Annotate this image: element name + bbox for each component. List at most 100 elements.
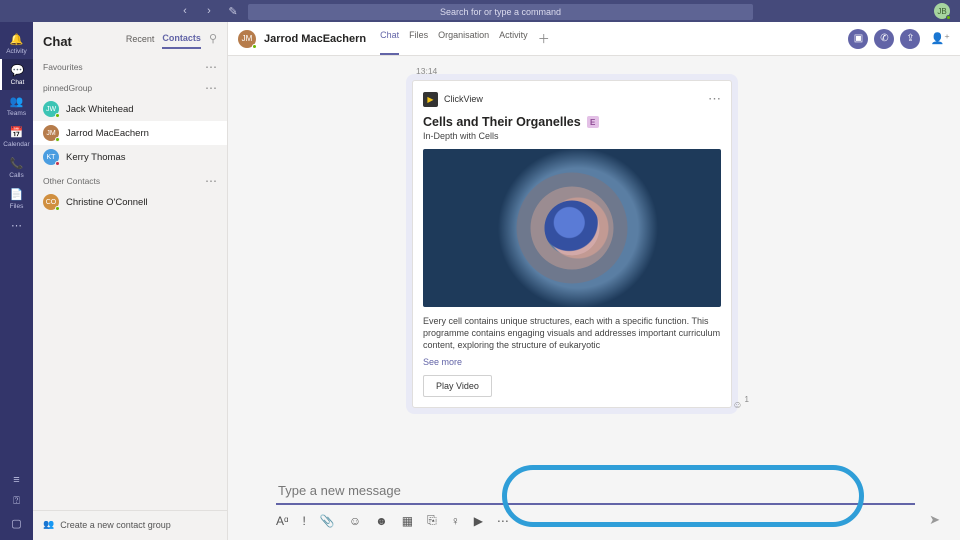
section-favourites[interactable]: Favourites ⋯ (33, 55, 227, 76)
rail-apps[interactable]: ≡ (0, 469, 33, 490)
forward-icon[interactable]: › (202, 5, 216, 18)
compose-toolbar: Aᵅ ! 📎 ☺ ☻ ▦ ⎘ ♀ ▶ ⋯ (276, 513, 915, 528)
create-group-label: Create a new contact group (60, 520, 171, 530)
section-pinned[interactable]: pinnedGroup ⋯ (33, 76, 227, 97)
panel-title: Chat (43, 34, 72, 49)
title-bar: ‹ › ✎ JB (0, 0, 960, 22)
chat-title: Jarrod MacEachern (264, 33, 366, 45)
audio-call-button[interactable]: ✆ (874, 29, 894, 49)
rail-activity[interactable]: 🔔Activity (0, 28, 33, 59)
message-time: 13:14 (412, 66, 732, 76)
section-other[interactable]: Other Contacts ⋯ (33, 169, 227, 190)
contact-row[interactable]: JM Jarrod MacEachern (33, 121, 227, 145)
rail-device[interactable]: ▢ (0, 512, 33, 534)
stream-icon[interactable]: ▶ (474, 514, 483, 528)
rail-more[interactable]: ⋯ (0, 214, 33, 236)
priority-icon[interactable]: ! (303, 514, 306, 528)
contact-name: Jack Whitehead (66, 104, 134, 115)
card-description: Every cell contains unique structures, e… (423, 315, 721, 351)
rail-teams[interactable]: 👥Teams (0, 90, 33, 121)
message: 13:14 ▶ ClickView ⋯ Cells and Their Orga… (412, 66, 732, 408)
contact-name: Kerry Thomas (66, 152, 125, 163)
chat-avatar[interactable]: JM (238, 30, 256, 48)
chat-list-panel: Chat Recent Contacts ⚲ Favourites ⋯ pinn… (33, 22, 228, 540)
rail-label: Files (10, 203, 24, 210)
avatar-initials: KT (47, 154, 56, 161)
rail-label: Calls (9, 172, 23, 179)
teams-icon: 👥 (10, 95, 24, 108)
tab-chat[interactable]: Chat (380, 22, 399, 55)
rail-files[interactable]: 📄 Files (0, 183, 33, 214)
play-video-button[interactable]: Play Video (423, 375, 492, 397)
avatar-initials: JB (937, 7, 946, 16)
section-more-icon[interactable]: ⋯ (205, 175, 217, 187)
conversation-body: 13:14 ▶ ClickView ⋯ Cells and Their Orga… (228, 56, 960, 471)
bell-icon: 🔔 (10, 33, 24, 46)
rail-help[interactable]: ⍰ (0, 490, 33, 512)
tab-recent[interactable]: Recent (126, 34, 155, 48)
avatar-initials: JM (46, 130, 55, 137)
section-more-icon[interactable]: ⋯ (205, 82, 217, 94)
tab-contacts[interactable]: Contacts (162, 33, 201, 49)
avatar: KT (43, 149, 59, 165)
section-more-icon[interactable]: ⋯ (205, 61, 217, 73)
emoji-icon[interactable]: ☺ (349, 514, 361, 528)
rail-chat[interactable]: 💬 Chat (0, 59, 33, 90)
avatar-initials: JM (242, 34, 253, 43)
section-label: Other Contacts (43, 176, 100, 186)
gif-icon[interactable]: ☻ (375, 514, 388, 528)
phone-icon: ✆ (880, 33, 888, 44)
rail-calls[interactable]: 📞Calls (0, 152, 33, 183)
section-label: Favourites (43, 62, 83, 72)
contact-name: Christine O'Connell (66, 197, 148, 208)
reaction-count: 1 (745, 395, 749, 404)
tab-files[interactable]: Files (409, 22, 428, 55)
card-more-button[interactable]: ⋯ (708, 91, 721, 107)
contact-row[interactable]: CO Christine O'Connell (33, 190, 227, 214)
sticker-icon[interactable]: ▦ (402, 514, 413, 528)
rail-label: Chat (11, 79, 25, 86)
back-icon[interactable]: ‹ (178, 5, 192, 18)
presence-dot-icon (55, 137, 60, 142)
add-people-button[interactable]: 👤⁺ (930, 32, 950, 45)
rail-calendar[interactable]: 📅Calendar (0, 121, 33, 152)
help-icon: ⍰ (13, 495, 20, 508)
share-icon: ⇪ (906, 33, 914, 44)
share-screen-button[interactable]: ⇪ (900, 29, 920, 49)
praise-icon[interactable]: ♀ (451, 514, 460, 528)
card-hero-image (423, 149, 721, 307)
see-more-link[interactable]: See more (423, 357, 721, 367)
attach-icon[interactable]: 📎 (320, 514, 335, 528)
contact-name: Jarrod MacEachern (66, 128, 149, 139)
ellipsis-icon: ⋯ (11, 219, 22, 232)
rail-label: Calendar (3, 141, 29, 148)
format-icon[interactable]: Aᵅ (276, 514, 289, 528)
contact-row[interactable]: KT Kerry Thomas (33, 145, 227, 169)
tab-organisation[interactable]: Organisation (438, 22, 489, 55)
current-user-avatar[interactable]: JB (934, 3, 950, 19)
new-chat-icon[interactable]: ✎ (226, 5, 240, 18)
presence-dot-icon (55, 113, 60, 118)
message-input[interactable] (276, 479, 915, 505)
search-input[interactable] (248, 4, 753, 20)
avatar: JM (43, 125, 59, 141)
section-label: pinnedGroup (43, 83, 92, 93)
contact-row[interactable]: JW Jack Whitehead (33, 97, 227, 121)
send-button[interactable]: ➤ (929, 512, 940, 528)
tab-activity[interactable]: Activity (499, 22, 528, 55)
create-contact-group-button[interactable]: 👥 Create a new contact group (33, 510, 227, 540)
video-call-button[interactable]: ▣ (848, 29, 868, 49)
file-icon: 📄 (10, 188, 24, 201)
card-subtitle: In-Depth with Cells (423, 131, 721, 141)
schedule-icon[interactable]: ⎘ (427, 513, 437, 528)
add-tab-button[interactable]: ＋ (538, 22, 550, 55)
card-title: Cells and Their Organelles (423, 115, 581, 129)
avatar: CO (43, 194, 59, 210)
avatar-initials: CO (46, 199, 57, 206)
more-icon[interactable]: ⋯ (497, 514, 509, 528)
presence-dot-icon (55, 161, 60, 166)
filter-icon[interactable]: ⚲ (209, 32, 217, 49)
reaction-button[interactable]: ☺1 (732, 400, 749, 411)
chat-icon: 💬 (11, 64, 25, 77)
presence-dot-icon (946, 15, 951, 20)
